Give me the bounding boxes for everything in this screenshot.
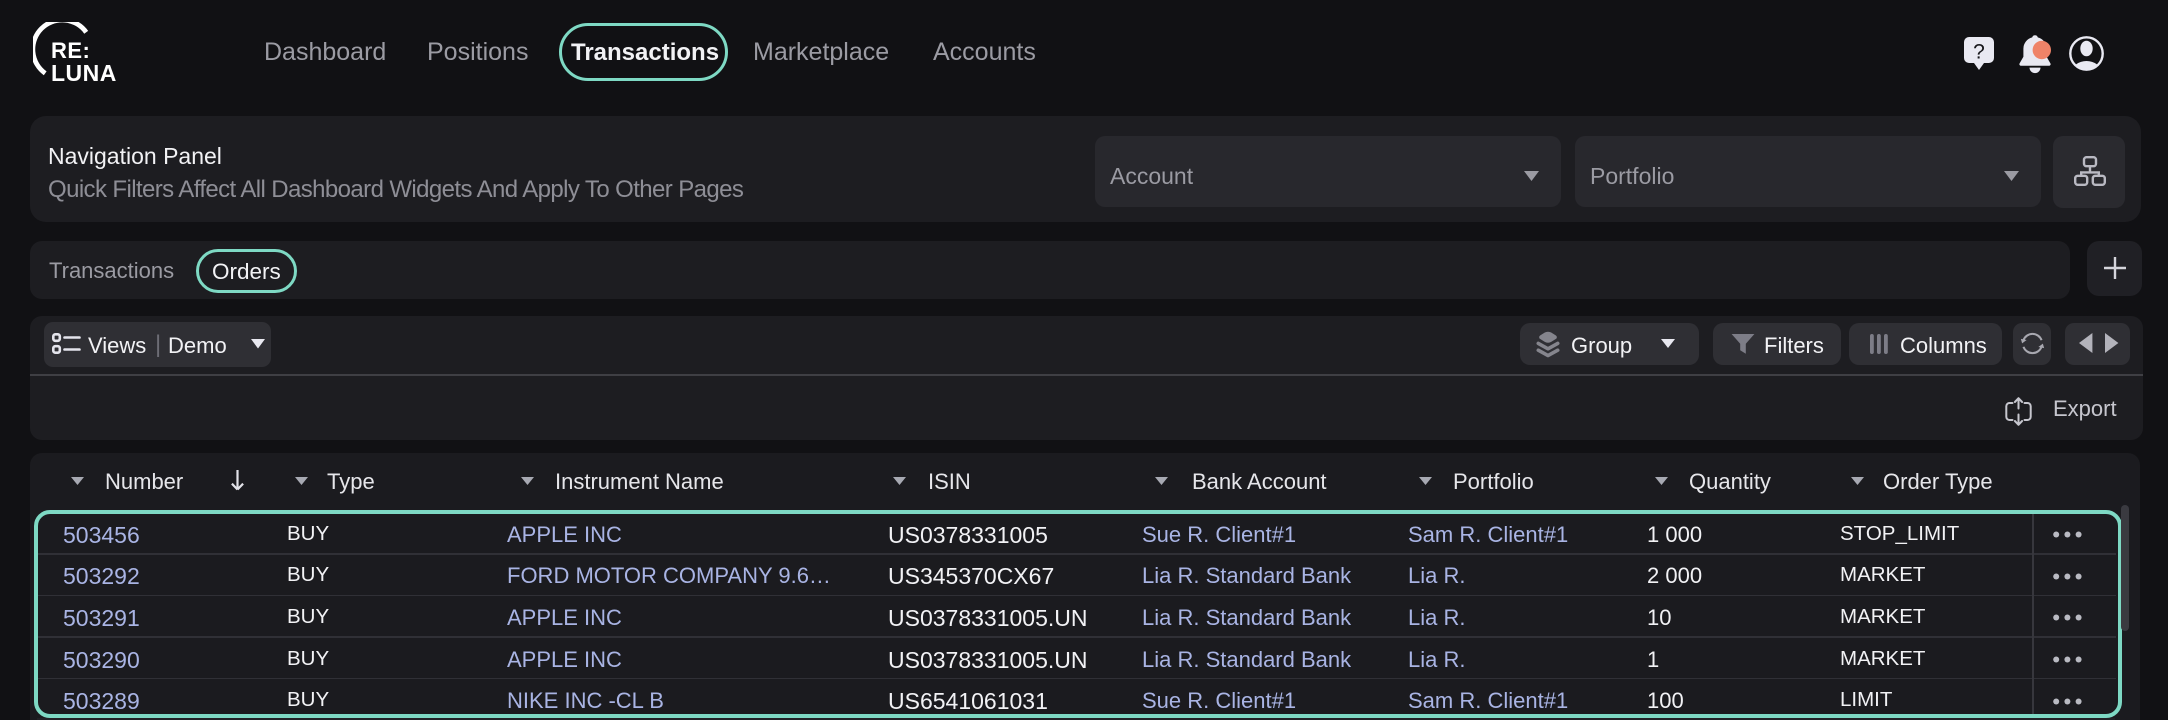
- svg-text:LUNA: LUNA: [51, 60, 117, 86]
- svg-text:?: ?: [1973, 41, 1985, 64]
